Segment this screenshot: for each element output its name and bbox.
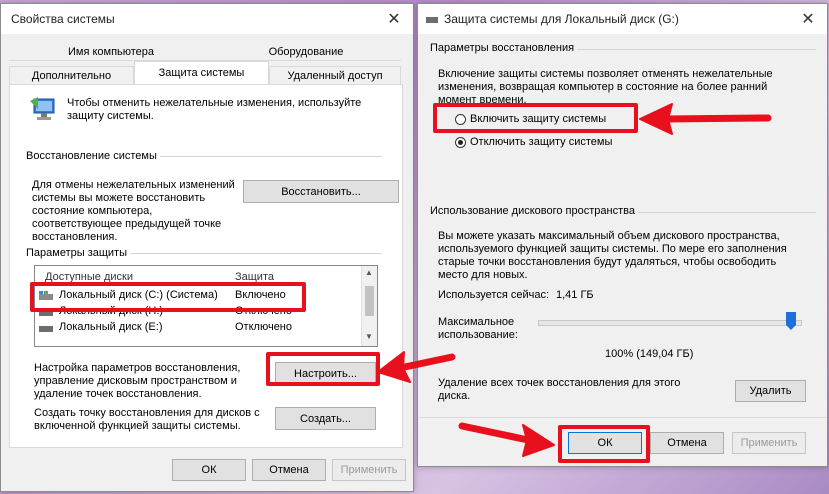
arrow-configure-shaft — [396, 353, 456, 372]
arrow-ok-shaft — [458, 422, 532, 444]
arrow-ok-head — [522, 424, 555, 457]
arrow-enable-head — [639, 103, 673, 135]
arrow-enable-shaft — [660, 114, 772, 123]
annotation-arrows — [377, 103, 772, 457]
